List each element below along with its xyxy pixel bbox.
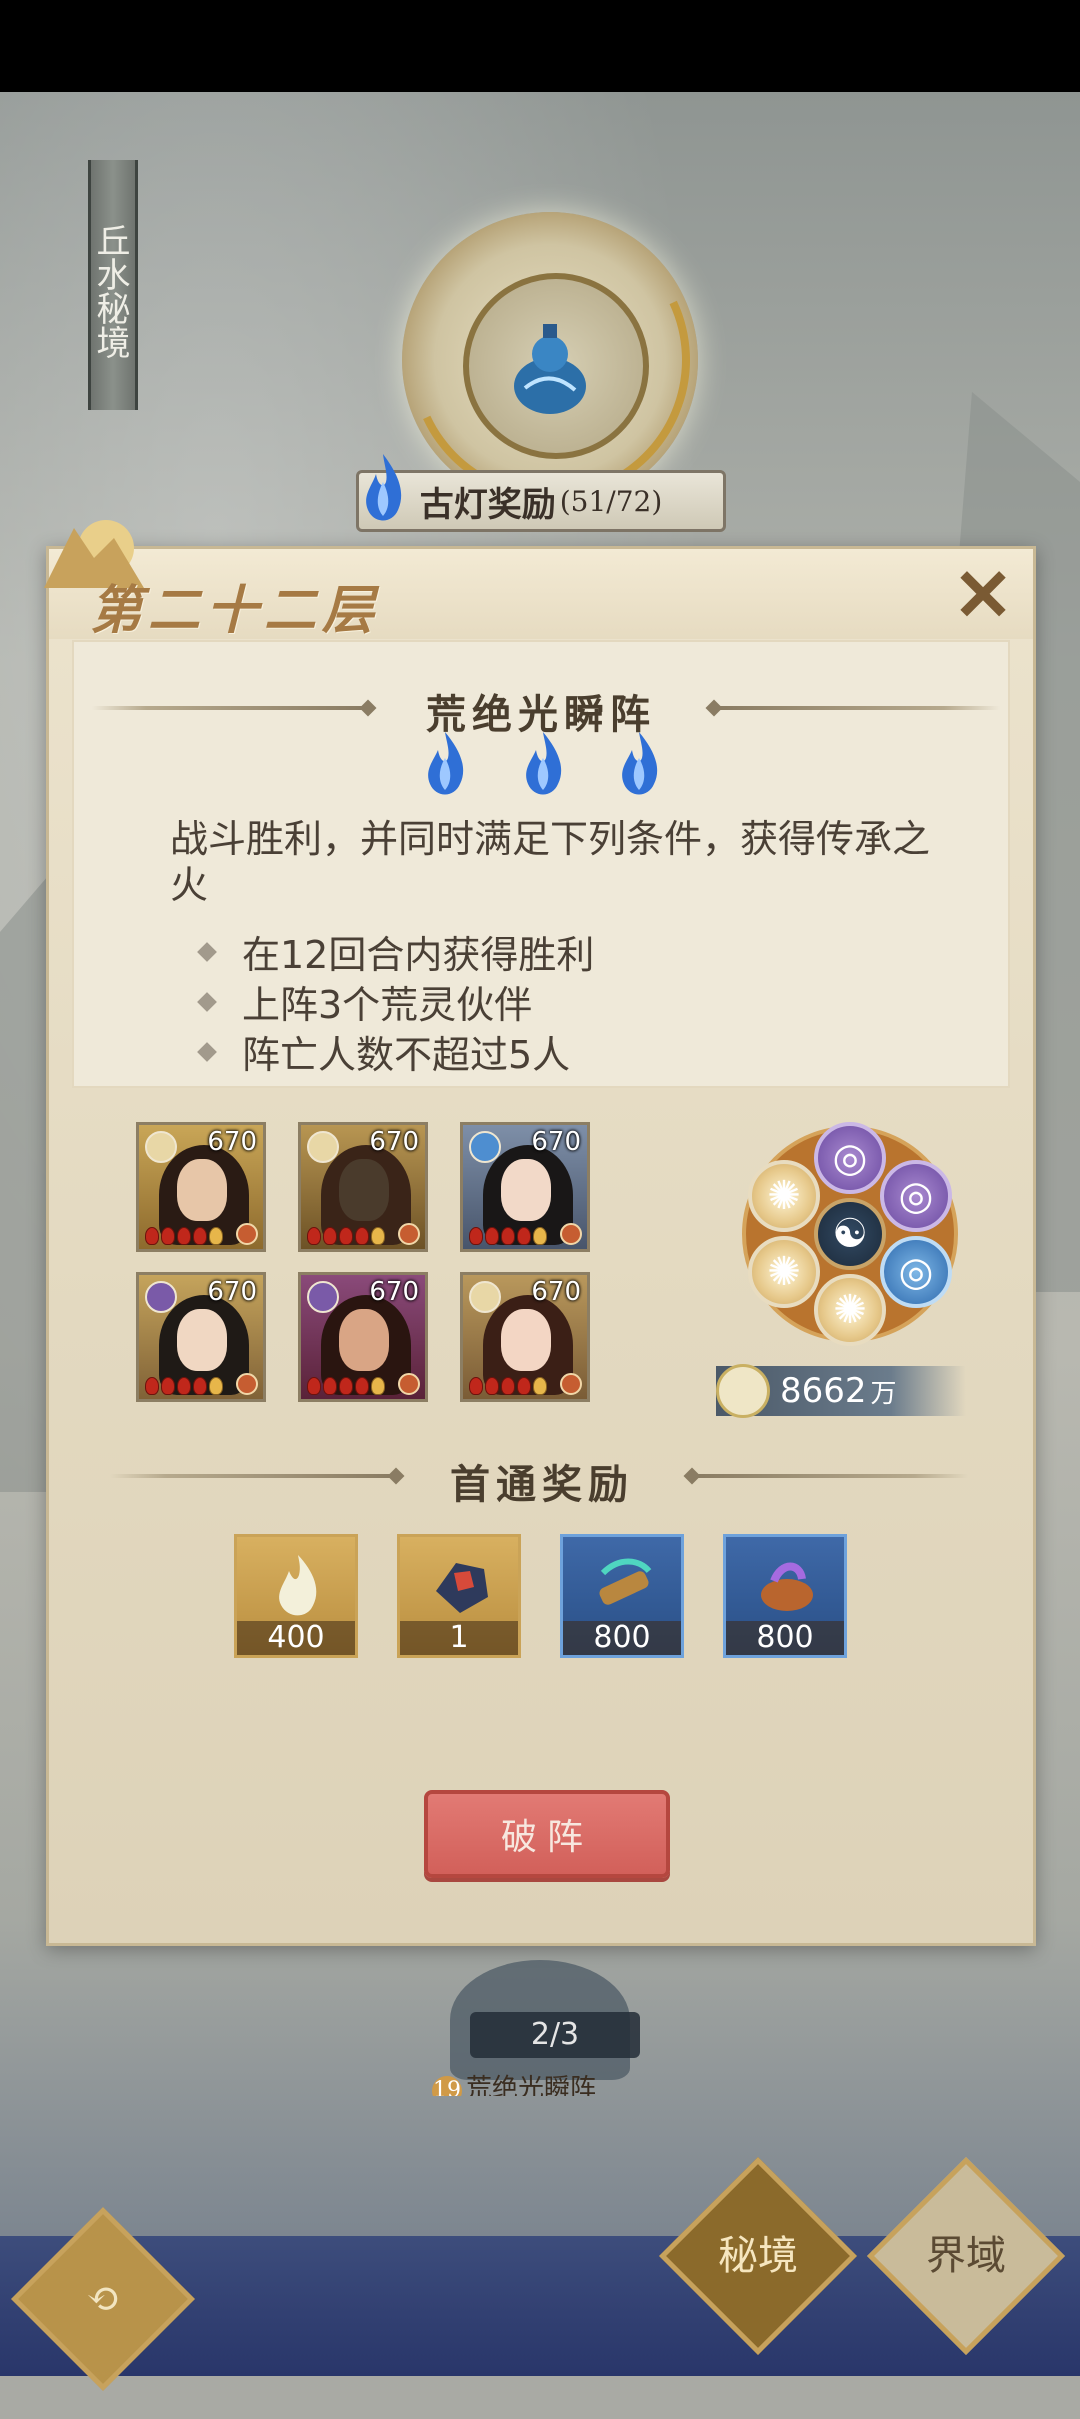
flame-icon	[622, 732, 658, 795]
element-badge-icon	[469, 1131, 501, 1163]
reward-quantity: 1	[400, 1621, 518, 1655]
hero-level: 670	[207, 1277, 257, 1307]
reward-quantity: 800	[563, 1621, 681, 1655]
rank-seal-icon	[398, 1223, 420, 1245]
element-badge-icon	[307, 1131, 339, 1163]
divider-left	[110, 1474, 390, 1478]
hero-face	[501, 1159, 551, 1221]
cloud-swirl-icon: ⟲	[86, 2276, 120, 2322]
crossed-swords-icon	[716, 1364, 770, 1418]
hero-level: 670	[369, 1127, 419, 1157]
element-badge-icon	[307, 1281, 339, 1313]
sun-element-icon: ✺	[814, 1274, 886, 1346]
condition-item: 上阵3个荒灵伙伴	[197, 974, 533, 1029]
star-beads	[469, 1227, 547, 1245]
hero-level: 670	[531, 1127, 581, 1157]
divider-left	[92, 706, 362, 710]
reward-item[interactable]: 800	[560, 1534, 684, 1658]
star-beads	[145, 1377, 223, 1395]
rank-seal-icon	[236, 1223, 258, 1245]
node-name: 荒绝光瞬阵	[466, 2074, 597, 2096]
lamp-reward-label: 古灯奖励	[419, 484, 556, 525]
gourd-lamp-icon	[514, 324, 586, 414]
bullet-diamond	[197, 941, 217, 962]
wind-element-icon: ◎	[814, 1122, 886, 1194]
reward-item[interactable]: 800	[723, 1534, 847, 1658]
hero-level: 670	[531, 1277, 581, 1307]
jade-scroll-icon	[599, 1558, 652, 1605]
element-badge-icon	[145, 1131, 177, 1163]
hero-card[interactable]: 670	[298, 1122, 428, 1252]
hero-card[interactable]: 670	[136, 1272, 266, 1402]
condition-item: 阵亡人数不超过5人	[197, 1024, 571, 1079]
star-beads	[145, 1227, 223, 1245]
rank-seal-icon	[398, 1373, 420, 1395]
crystal-ore-icon	[436, 1563, 488, 1613]
hero-face	[501, 1309, 551, 1371]
spirit-flame-icon	[279, 1555, 317, 1616]
status-bar	[0, 0, 1080, 92]
condition-text: 阵亡人数不超过5人	[242, 1033, 571, 1077]
rank-seal-icon	[560, 1223, 582, 1245]
water-element-icon: ◎	[880, 1236, 952, 1308]
first-clear-title: 首通奖励	[450, 1461, 634, 1508]
spirit-stone-icon	[761, 1562, 813, 1611]
rank-seal-icon	[236, 1373, 258, 1395]
combat-power-unit: 万	[870, 1378, 897, 1409]
hero-face	[177, 1159, 227, 1221]
close-button[interactable]: ✕	[948, 559, 1018, 631]
bullet-diamond	[197, 1041, 217, 1062]
wind-element-icon: ◎	[880, 1160, 952, 1232]
element-badge-icon	[469, 1281, 501, 1313]
flame-icon	[428, 732, 464, 795]
reward-quantity: 800	[726, 1621, 844, 1655]
condition-text: 上阵3个荒灵伙伴	[242, 983, 533, 1027]
rank-seal-icon	[560, 1373, 582, 1395]
sun-element-icon: ✺	[748, 1236, 820, 1308]
hero-level: 670	[369, 1277, 419, 1307]
node-label: 19 荒绝光瞬阵	[432, 2074, 632, 2096]
bullet-diamond	[197, 991, 217, 1012]
condition-text: 在12回合内获得胜利	[242, 933, 595, 977]
victory-description: 战斗胜利，并同时满足下列条件，获得传承之火	[170, 817, 931, 907]
sun-element-icon: ✺	[748, 1160, 820, 1232]
formation-center-icon: ☯	[814, 1198, 886, 1270]
lamp-reward-count: (51/72)	[559, 484, 663, 518]
hero-face	[177, 1309, 227, 1371]
break-formation-button[interactable]: 破阵	[424, 1790, 670, 1878]
flame-icon	[526, 732, 562, 795]
hero-face	[339, 1159, 389, 1221]
lamp-reward-banner[interactable]: 古灯奖励 (51/72)	[356, 470, 726, 532]
blue-flame-icon	[366, 454, 402, 521]
secret-realm-label: 秘境	[718, 2233, 798, 2279]
reward-quantity: 400	[237, 1621, 355, 1655]
floor-title: 第二十二层	[90, 580, 381, 641]
node-progress: 2/3	[470, 2012, 640, 2058]
element-badge-icon	[145, 1281, 177, 1313]
realm-label: 界域	[926, 2233, 1006, 2279]
reward-item[interactable]: 400	[234, 1534, 358, 1658]
hero-card[interactable]: 670	[298, 1272, 428, 1402]
hero-card[interactable]: 670	[136, 1122, 266, 1252]
star-beads	[307, 1227, 385, 1245]
hero-card[interactable]: 670	[460, 1272, 590, 1402]
star-beads	[307, 1377, 385, 1395]
combat-power-value: 8662	[780, 1371, 867, 1411]
condition-item: 在12回合内获得胜利	[197, 924, 595, 979]
region-title: 丘水秘境	[88, 160, 138, 410]
node-number: 19	[432, 2076, 462, 2096]
hero-face	[339, 1309, 389, 1371]
star-beads	[469, 1377, 547, 1395]
hero-card[interactable]: 670	[460, 1122, 590, 1252]
hero-level: 670	[207, 1127, 257, 1157]
reward-item[interactable]: 1	[397, 1534, 521, 1658]
divider-right	[698, 1474, 968, 1478]
divider-right	[720, 706, 1000, 710]
